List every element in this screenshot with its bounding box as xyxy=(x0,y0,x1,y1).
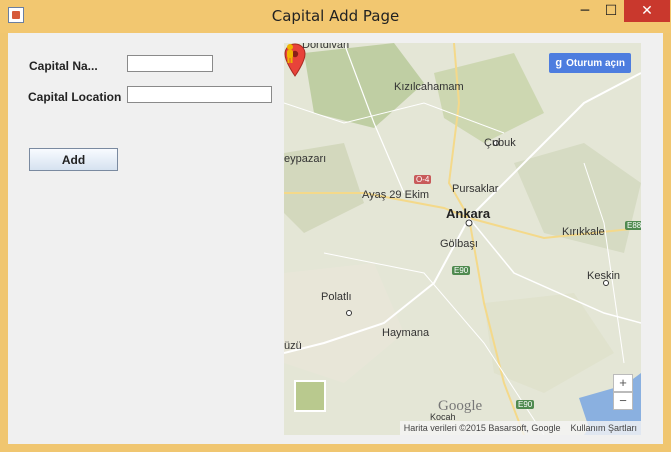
google-g-icon: g xyxy=(555,57,563,69)
place-haymana: Haymana xyxy=(382,327,430,339)
road-shield-e90: E90 xyxy=(452,266,471,275)
place-kizilcahamam: Kızılcahamam xyxy=(394,81,464,93)
capital-location-input[interactable] xyxy=(127,86,272,103)
place-kirikkale: Kırıkkale xyxy=(562,226,605,238)
signin-label: Oturum açın xyxy=(566,57,625,69)
place-beypazari: eypazarı xyxy=(284,153,327,165)
map-attribution: Harita verileri ©2015 Basarsoft, Google … xyxy=(399,421,641,435)
road-shield-e88: E88 xyxy=(625,221,641,230)
place-ayas: Ayaş 29 Ekim xyxy=(362,189,430,201)
close-button[interactable]: ✕ xyxy=(624,0,670,22)
satellite-view-thumbnail[interactable] xyxy=(294,380,326,412)
signin-button[interactable]: g Oturum açın xyxy=(549,53,631,73)
place-keskin: Keskin xyxy=(587,270,621,282)
pegman-icon[interactable] xyxy=(284,43,296,63)
google-logo: Google xyxy=(438,398,483,414)
maximize-button[interactable]: ☐ xyxy=(598,0,624,22)
place-pursaklar: Pursaklar xyxy=(452,183,499,195)
minimize-button[interactable]: ─ xyxy=(572,0,598,22)
capital-name-input[interactable] xyxy=(127,55,213,72)
zoom-out-button[interactable]: − xyxy=(613,392,633,410)
place-cubuk: Çubuk xyxy=(484,137,516,149)
place-ankara: Ankara xyxy=(446,206,491,221)
road-shield-e90-bottom: E90 xyxy=(516,400,535,409)
title-bar: Capital Add Page ─ ☐ ✕ xyxy=(0,0,671,33)
capital-location-label: Capital Location xyxy=(28,90,122,104)
app-window: Capital Add Page ─ ☐ ✕ Capital Na... Cap… xyxy=(0,0,671,452)
terms-link[interactable]: Kullanım Şartları xyxy=(570,423,637,433)
window-title: Capital Add Page xyxy=(271,7,400,25)
place-kozu: üzü xyxy=(284,340,302,352)
form-panel: Capital Na... Capital Location Add Dörtd… xyxy=(8,33,663,444)
map-view[interactable]: Dörtdivan Kızılcahamam Çubuk eypazarı Ay… xyxy=(284,43,641,435)
road-shield-o4: O-4 xyxy=(414,175,432,184)
zoom-in-button[interactable]: + xyxy=(613,374,633,392)
place-polatli: Polatlı xyxy=(321,291,352,303)
add-button[interactable]: Add xyxy=(29,148,118,171)
capital-name-label: Capital Na... xyxy=(29,59,98,73)
place-golbasi: Gölbaşı xyxy=(440,238,478,250)
attribution-text: Harita verileri ©2015 Basarsoft, Google xyxy=(403,423,561,433)
place-dortdivan: Dörtdivan xyxy=(302,43,350,51)
